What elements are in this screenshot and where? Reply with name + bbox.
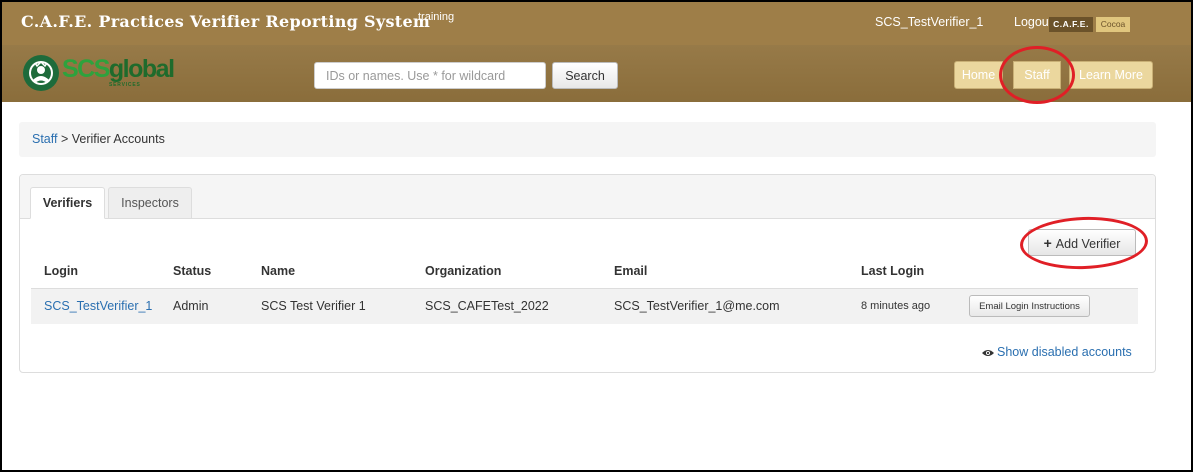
column-header-organization: Organization bbox=[425, 264, 502, 278]
tab-inspectors[interactable]: Inspectors bbox=[108, 187, 192, 219]
breadcrumb-current: Verifier Accounts bbox=[71, 132, 165, 146]
cafe-program-badge[interactable]: C.A.F.E. bbox=[1049, 17, 1093, 32]
email-login-instructions-button[interactable]: Email Login Instructions bbox=[969, 295, 1090, 317]
starbucks-logo-icon bbox=[23, 55, 59, 91]
column-header-status: Status bbox=[173, 264, 212, 278]
annotation-circle-staff bbox=[999, 46, 1075, 104]
cell-status: Admin bbox=[173, 299, 209, 313]
show-disabled-accounts-link[interactable]: Show disabled accounts bbox=[982, 345, 1132, 359]
cell-login-link[interactable]: SCS_TestVerifier_1 bbox=[44, 299, 152, 313]
tab-bar: Verifiers Inspectors bbox=[20, 175, 1155, 219]
search-button[interactable]: Search bbox=[552, 62, 618, 89]
app-title: C.A.F.E. Practices Verifier Reporting Sy… bbox=[21, 12, 431, 31]
eye-icon bbox=[982, 349, 994, 356]
column-header-name: Name bbox=[261, 264, 296, 278]
breadcrumb-staff-link[interactable]: Staff bbox=[32, 132, 57, 146]
scs-logo-subtitle: SERVICES bbox=[109, 82, 141, 88]
breadcrumb: Staff > Verifier Accounts bbox=[19, 122, 1156, 157]
top-bar: C.A.F.E. Practices Verifier Reporting Sy… bbox=[2, 2, 1191, 45]
search-input[interactable] bbox=[314, 62, 546, 89]
cell-email: SCS_TestVerifier_1@me.com bbox=[614, 299, 780, 313]
cell-name: SCS Test Verifier 1 bbox=[261, 299, 366, 313]
column-header-email: Email bbox=[614, 264, 648, 278]
cell-organization: SCS_CAFETest_2022 bbox=[425, 299, 549, 313]
app-window: C.A.F.E. Practices Verifier Reporting Sy… bbox=[0, 0, 1193, 472]
tab-verifiers[interactable]: Verifiers bbox=[30, 187, 105, 219]
column-header-login: Login bbox=[44, 264, 79, 278]
breadcrumb-separator: > bbox=[57, 132, 72, 146]
logout-link[interactable]: Logout bbox=[1014, 15, 1052, 29]
nav-home-button[interactable]: Home bbox=[954, 61, 1003, 89]
cell-last-login: 8 minutes ago bbox=[861, 300, 931, 312]
current-user-link[interactable]: SCS_TestVerifier_1 bbox=[875, 15, 983, 29]
environment-label: training bbox=[418, 11, 455, 23]
scs-global-logo: SCSglobal bbox=[62, 55, 175, 83]
cocoa-program-badge[interactable]: Cocoa bbox=[1096, 17, 1130, 32]
nav-learn-more-button[interactable]: Learn More bbox=[1069, 61, 1153, 89]
column-header-last-login: Last Login bbox=[861, 264, 925, 278]
